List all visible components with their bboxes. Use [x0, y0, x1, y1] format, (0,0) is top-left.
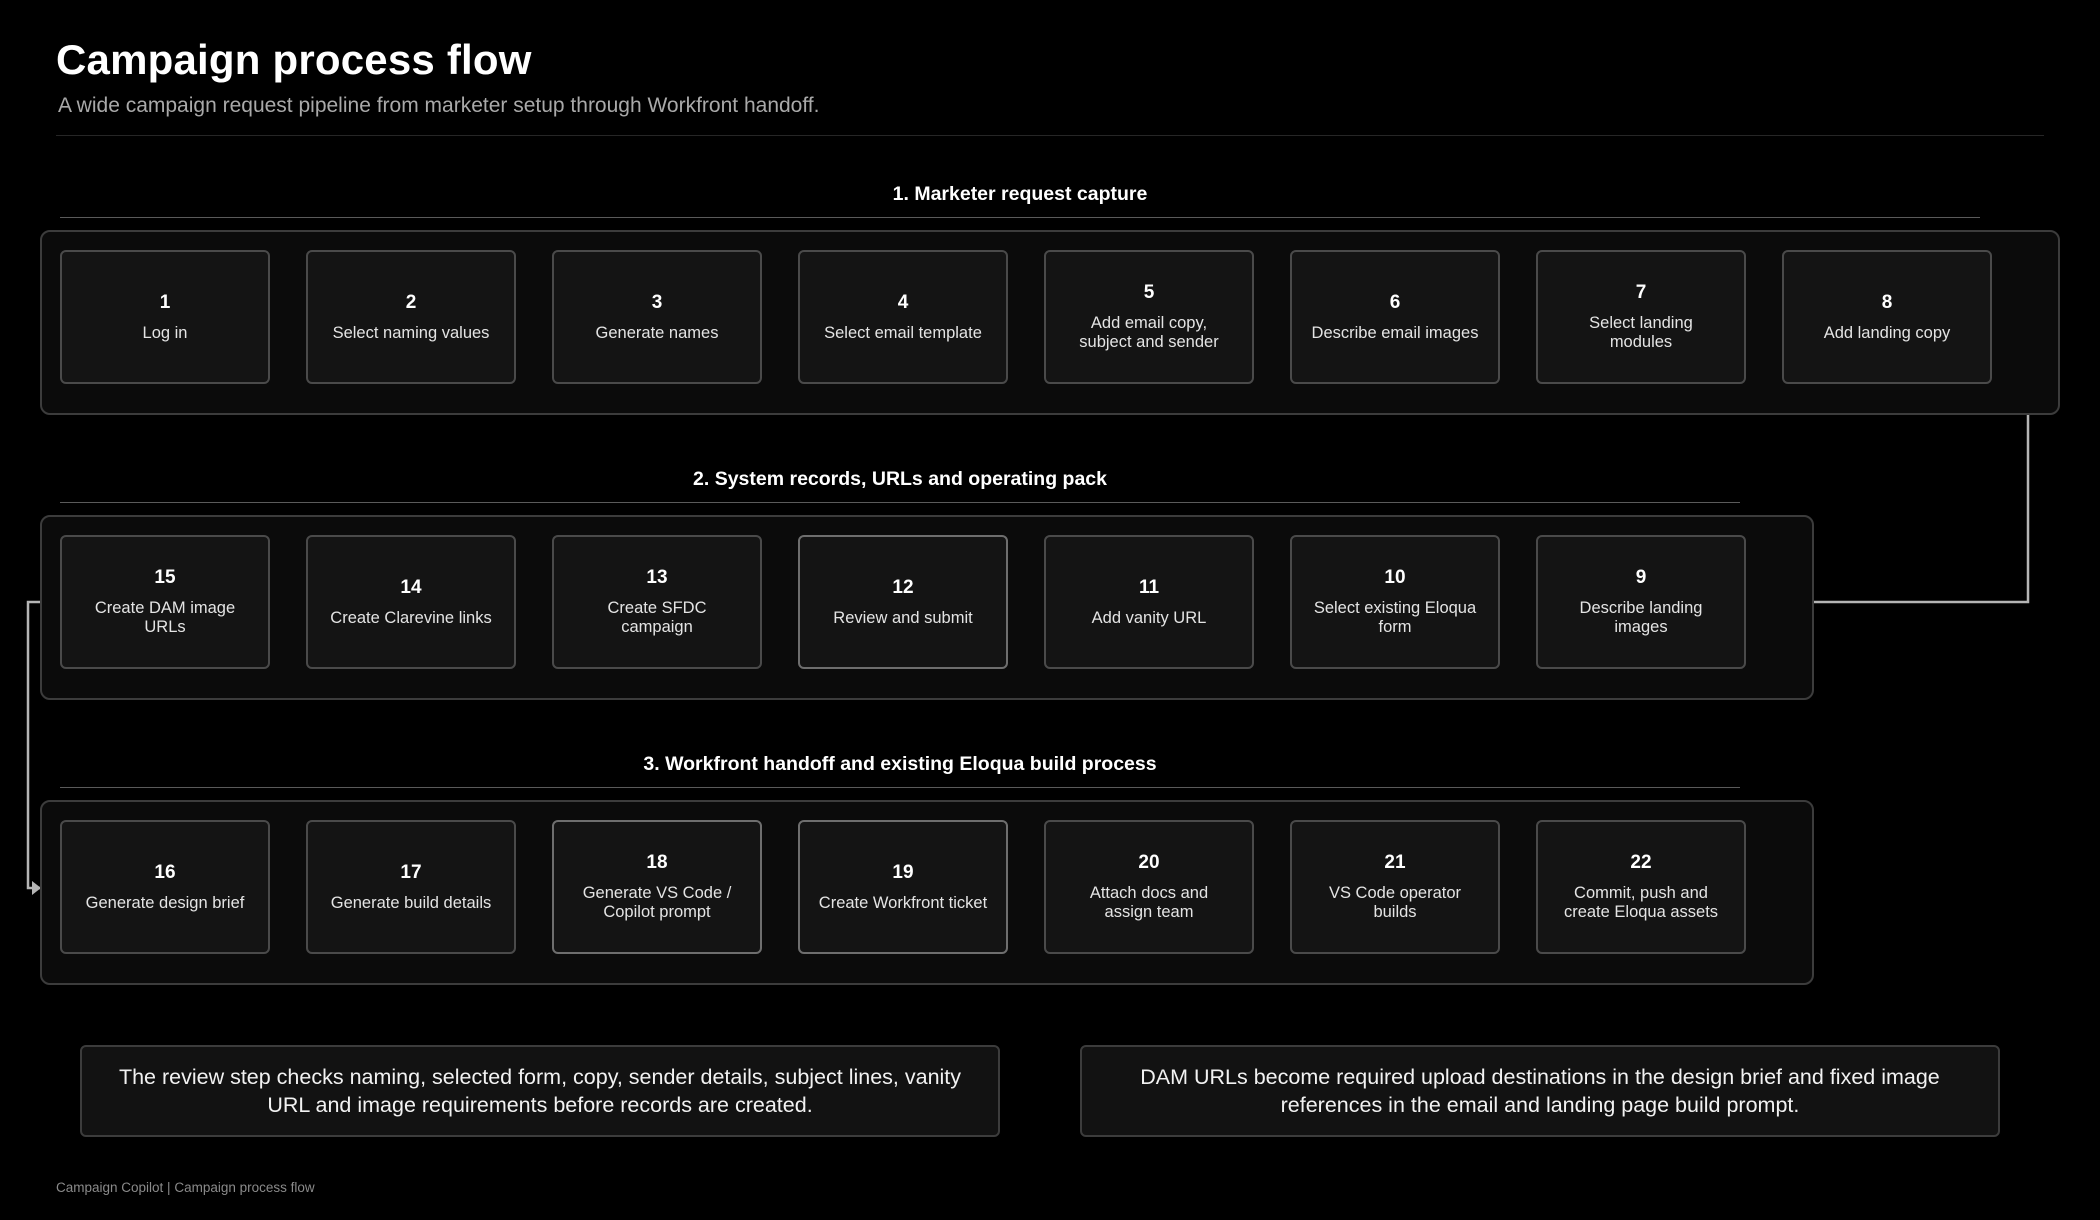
phase-1-rule — [60, 217, 1980, 218]
step-number: 6 — [1389, 291, 1401, 313]
step-label: Select landing modules — [1589, 314, 1693, 351]
phase-2-rule — [60, 502, 1740, 503]
step-number: 14 — [400, 576, 422, 598]
header-divider — [56, 135, 2044, 136]
step-number: 4 — [897, 291, 909, 313]
step-14-create-clarevine-links[interactable]: 14 Create Clarevine links — [306, 535, 516, 669]
step-8-add-landing-copy[interactable]: 8 Add landing copy — [1782, 250, 1992, 384]
step-15-create-dam-image-urls[interactable]: 15 Create DAM image URLs — [60, 535, 270, 669]
phase-3-rule — [60, 787, 1740, 788]
step-number: 13 — [646, 567, 668, 588]
note-text: DAM URLs become required upload destinat… — [1140, 1065, 1940, 1117]
step-label: Create Workfront ticket — [818, 893, 988, 912]
phase-3-title: 3. Workfront handoff and existing Eloqua… — [643, 753, 1157, 775]
step-9-describe-landing-images[interactable]: 9 Describe landing images — [1536, 535, 1746, 669]
step-label: Select email template — [824, 323, 982, 342]
step-number: 3 — [651, 291, 663, 313]
step-12-review-and-submit[interactable]: 12 Review and submit — [798, 535, 1008, 669]
step-label: Create Clarevine links — [330, 608, 492, 627]
step-21-vscode-operator-builds[interactable]: 21 VS Code operator builds — [1290, 820, 1500, 954]
connector-phase2-to-phase3 — [26, 600, 40, 890]
step-number: 15 — [154, 567, 176, 588]
dam-urls-note: DAM URLs become required upload destinat… — [1080, 1045, 2000, 1137]
step-13-create-sfdc-campaign[interactable]: 13 Create SFDC campaign — [552, 535, 762, 669]
step-number: 5 — [1143, 282, 1155, 303]
page-title: Campaign process flow — [56, 36, 532, 83]
step-6-describe-email-images[interactable]: 6 Describe email images — [1290, 250, 1500, 384]
step-label: Add vanity URL — [1091, 608, 1207, 627]
step-7-select-landing-modules[interactable]: 7 Select landing modules — [1536, 250, 1746, 384]
step-label: Generate VS Code / Copilot prompt — [582, 884, 732, 921]
step-label: Generate design brief — [85, 893, 245, 912]
phase-2-title: 2. System records, URLs and operating pa… — [693, 468, 1107, 490]
step-label: Commit, push and create Eloqua assets — [1563, 884, 1719, 921]
step-label: Review and submit — [833, 608, 973, 627]
step-2-select-naming-values[interactable]: 2 Select naming values — [306, 250, 516, 384]
step-1-log-in[interactable]: 1 Log in — [60, 250, 270, 384]
step-number: 21 — [1384, 852, 1406, 873]
review-step-note: The review step checks naming, selected … — [80, 1045, 1000, 1137]
step-label: Log in — [142, 323, 188, 342]
step-number: 10 — [1384, 567, 1406, 588]
step-label: Create SFDC campaign — [607, 599, 707, 636]
page-subtitle: A wide campaign request pipeline from ma… — [58, 94, 820, 117]
connector-phase1-to-phase2 — [1814, 415, 2030, 604]
step-label: VS Code operator builds — [1328, 884, 1462, 921]
step-number: 12 — [892, 576, 914, 598]
step-label: Generate names — [595, 323, 719, 342]
step-number: 18 — [646, 852, 668, 873]
step-4-select-email-template[interactable]: 4 Select email template — [798, 250, 1008, 384]
step-number: 22 — [1630, 852, 1652, 873]
step-10-select-existing-eloqua-form[interactable]: 10 Select existing Eloqua form — [1290, 535, 1500, 669]
step-number: 17 — [400, 861, 422, 883]
step-label: Describe landing images — [1579, 599, 1703, 636]
step-number: 1 — [159, 291, 171, 313]
step-number: 9 — [1635, 567, 1647, 588]
step-11-add-vanity-url[interactable]: 11 Add vanity URL — [1044, 535, 1254, 669]
step-5-add-email-copy[interactable]: 5 Add email copy, subject and sender — [1044, 250, 1254, 384]
phase-1-title: 1. Marketer request capture — [892, 183, 1148, 205]
step-number: 20 — [1138, 852, 1160, 873]
step-number: 8 — [1881, 291, 1893, 313]
step-18-generate-vscode-prompt[interactable]: 18 Generate VS Code / Copilot prompt — [552, 820, 762, 954]
step-number: 19 — [892, 861, 914, 883]
note-text: The review step checks naming, selected … — [118, 1065, 962, 1117]
step-20-attach-docs-and-assign-team[interactable]: 20 Attach docs and assign team — [1044, 820, 1254, 954]
step-22-commit-push-create-eloqua-assets[interactable]: 22 Commit, push and create Eloqua assets — [1536, 820, 1746, 954]
step-label: Add email copy, subject and sender — [1079, 314, 1219, 351]
step-17-generate-build-details[interactable]: 17 Generate build details — [306, 820, 516, 954]
step-number: 16 — [154, 861, 176, 883]
step-label: Describe email images — [1311, 323, 1479, 342]
step-3-generate-names[interactable]: 3 Generate names — [552, 250, 762, 384]
step-label: Select naming values — [332, 323, 490, 342]
step-label: Generate build details — [330, 893, 492, 912]
step-number: 2 — [405, 291, 417, 313]
step-19-create-workfront-ticket[interactable]: 19 Create Workfront ticket — [798, 820, 1008, 954]
step-label: Attach docs and assign team — [1089, 884, 1209, 921]
page-footer: Campaign Copilot | Campaign process flow — [56, 1180, 315, 1195]
step-number: 7 — [1635, 282, 1647, 303]
step-number: 11 — [1138, 576, 1160, 598]
step-label: Select existing Eloqua form — [1313, 599, 1477, 636]
step-16-generate-design-brief[interactable]: 16 Generate design brief — [60, 820, 270, 954]
step-label: Add landing copy — [1823, 323, 1951, 342]
step-label: Create DAM image URLs — [94, 599, 236, 636]
